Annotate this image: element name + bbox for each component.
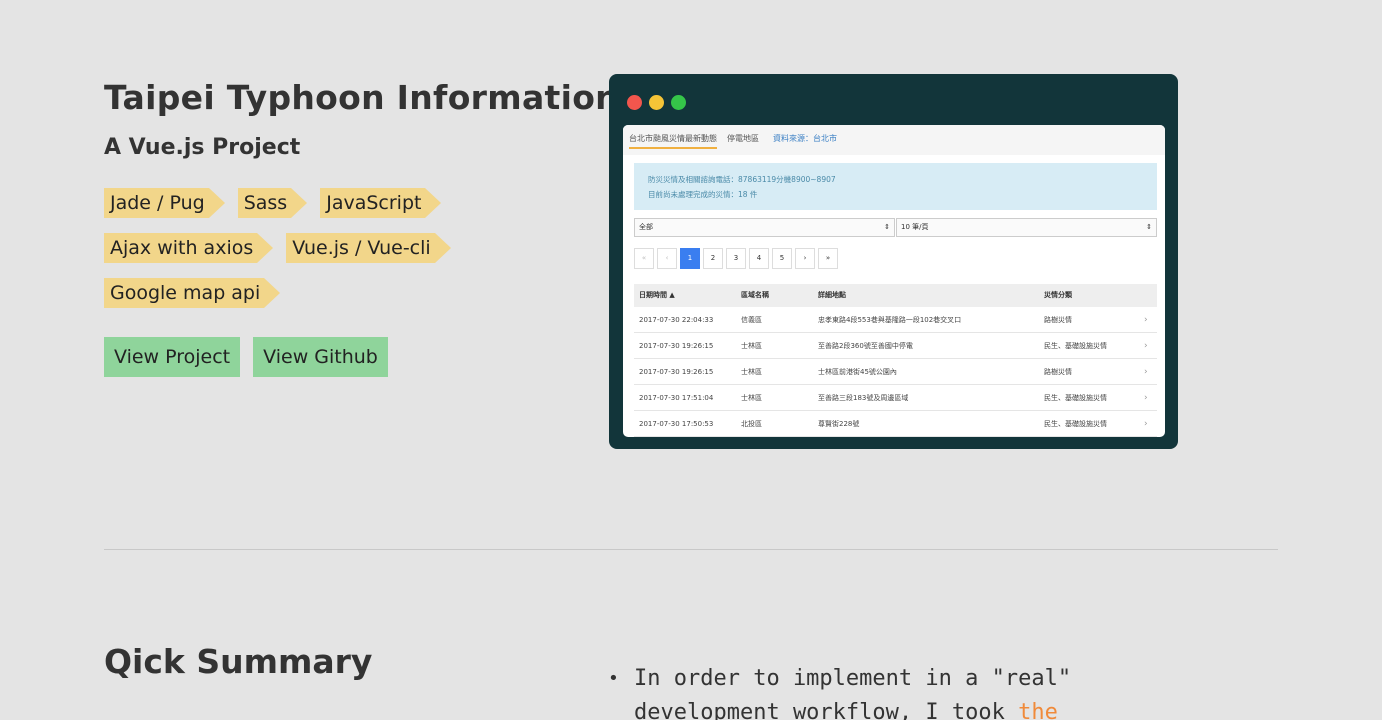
tag-row: Jade / Pug Sass JavaScript (104, 188, 574, 218)
page-1: 1 (680, 248, 700, 269)
window-minimize-dot-icon (649, 95, 664, 110)
tech-tags: Jade / Pug Sass JavaScript Ajax with axi… (104, 188, 574, 323)
chevron-right-icon: › (1144, 393, 1148, 403)
page-4: 4 (749, 248, 769, 269)
summary-title: Qick Summary (104, 642, 373, 681)
preview-pagination: « ‹ 1 2 3 4 5 › » (634, 248, 841, 269)
row-district: 士林區 (741, 368, 762, 376)
preview-tab-source: 資料來源：台北市 (773, 134, 837, 143)
row-category: 民生、基礎設施災情 (1044, 394, 1107, 402)
chevron-right-icon: › (1144, 419, 1148, 429)
page-first: « (634, 248, 654, 269)
table-row: 2017-07-30 17:50:53 北投區 尊賢街228號 民生、基礎設施災… (634, 411, 1157, 437)
row-category: 路樹災情 (1044, 368, 1072, 376)
tag-row: Ajax with axios Vue.js / Vue-cli (104, 233, 574, 263)
row-time: 2017-07-30 17:51:04 (639, 394, 714, 402)
page-3: 3 (726, 248, 746, 269)
summary-paragraph: In order to implement in a "real" develo… (634, 662, 1104, 720)
preview-nav: 台北市颱風災情最新動態 停電地區 資料來源：台北市 (623, 125, 1165, 155)
header-address: 詳細地點 (818, 291, 846, 299)
project-subtitle: A Vue.js Project (104, 135, 301, 160)
preview-tab-latest: 台北市颱風災情最新動態 (629, 133, 717, 149)
select-caret-icon: ⇕ (884, 223, 890, 231)
tag-vue: Vue.js / Vue-cli (286, 233, 452, 263)
tag-ajax-axios: Ajax with axios (104, 233, 274, 263)
project-preview-window: 台北市颱風災情最新動態 停電地區 資料來源：台北市 防災災情及相關諮詢電話：87… (609, 74, 1178, 449)
table-row: 2017-07-30 22:04:33 信義區 忠孝東路4段553巷與基隆路一段… (634, 307, 1157, 333)
view-project-button[interactable]: View Project (104, 337, 241, 377)
row-district: 信義區 (741, 316, 762, 324)
row-category: 路樹災情 (1044, 316, 1072, 324)
view-github-button[interactable]: View Github (253, 337, 388, 377)
preview-alert-phone: 防災災情及相關諮詢電話：87863119分機8900~8907 (648, 175, 836, 184)
page-last: » (818, 248, 838, 269)
project-actions: View Project View Github (104, 337, 401, 377)
section-divider (104, 549, 1278, 550)
chevron-right-icon: › (1144, 315, 1148, 325)
table-row: 2017-07-30 19:26:15 士林區 至善路2段360號至善國中停電 … (634, 333, 1157, 359)
select-caret-icon: ⇕ (1146, 223, 1152, 231)
project-screenshot: 台北市颱風災情最新動態 停電地區 資料來源：台北市 防災災情及相關諮詢電話：87… (623, 125, 1165, 437)
row-address: 至善路三段183號及周邊區域 (818, 394, 909, 402)
row-time: 2017-07-30 19:26:15 (639, 342, 714, 350)
preview-district-select: 全部 ⇕ (634, 218, 895, 237)
page-next: › (795, 248, 815, 269)
row-district: 北投區 (741, 420, 762, 428)
tag-javascript: JavaScript (320, 188, 442, 218)
row-time: 2017-07-30 22:04:33 (639, 316, 714, 324)
preview-alert: 防災災情及相關諮詢電話：87863119分機8900~8907 目前尚未處理完成… (634, 163, 1157, 210)
row-address: 士林區前港街45號公園內 (818, 368, 897, 376)
tag-row: Google map api (104, 278, 574, 308)
bullet-icon: • (608, 668, 619, 689)
chevron-right-icon: › (1144, 367, 1148, 377)
summary-text: In order to implement in a "real" develo… (634, 666, 1072, 720)
preview-table-header: 日期時間 ▲ 區域名稱 詳細地點 災情分類 (634, 284, 1157, 307)
row-district: 士林區 (741, 342, 762, 350)
header-category: 災情分類 (1044, 291, 1072, 299)
tag-jade-pug: Jade / Pug (104, 188, 225, 218)
tag-google-map-api: Google map api (104, 278, 281, 308)
preview-tab-outage: 停電地區 (727, 134, 759, 143)
window-close-dot-icon (627, 95, 642, 110)
row-address: 尊賢街228號 (818, 420, 860, 428)
summary-link[interactable]: the (1018, 700, 1058, 720)
page-prev: ‹ (657, 248, 677, 269)
tag-sass: Sass (237, 188, 307, 218)
preview-perpage-value: 10 筆/頁 (901, 223, 929, 231)
page-2: 2 (703, 248, 723, 269)
project-title: Taipei Typhoon Information (104, 78, 619, 117)
preview-perpage-select: 10 筆/頁 ⇕ (896, 218, 1157, 237)
chevron-right-icon: › (1144, 341, 1148, 351)
table-row: 2017-07-30 19:26:15 士林區 士林區前港街45號公園內 路樹災… (634, 359, 1157, 385)
preview-alert-count: 目前尚未處理完成的災情：18 件 (648, 190, 758, 199)
row-district: 士林區 (741, 394, 762, 402)
row-time: 2017-07-30 19:26:15 (639, 368, 714, 376)
page-5: 5 (772, 248, 792, 269)
row-time: 2017-07-30 17:50:53 (639, 420, 714, 428)
window-maximize-dot-icon (671, 95, 686, 110)
row-category: 民生、基礎設施災情 (1044, 342, 1107, 350)
row-category: 民生、基礎設施災情 (1044, 420, 1107, 428)
header-district: 區域名稱 (741, 291, 769, 299)
preview-district-value: 全部 (639, 223, 653, 231)
table-row: 2017-07-30 17:51:04 士林區 至善路三段183號及周邊區域 民… (634, 385, 1157, 411)
row-address: 至善路2段360號至善國中停電 (818, 342, 913, 350)
row-address: 忠孝東路4段553巷與基隆路一段102巷交叉口 (818, 316, 962, 324)
header-time: 日期時間 ▲ (639, 291, 675, 299)
